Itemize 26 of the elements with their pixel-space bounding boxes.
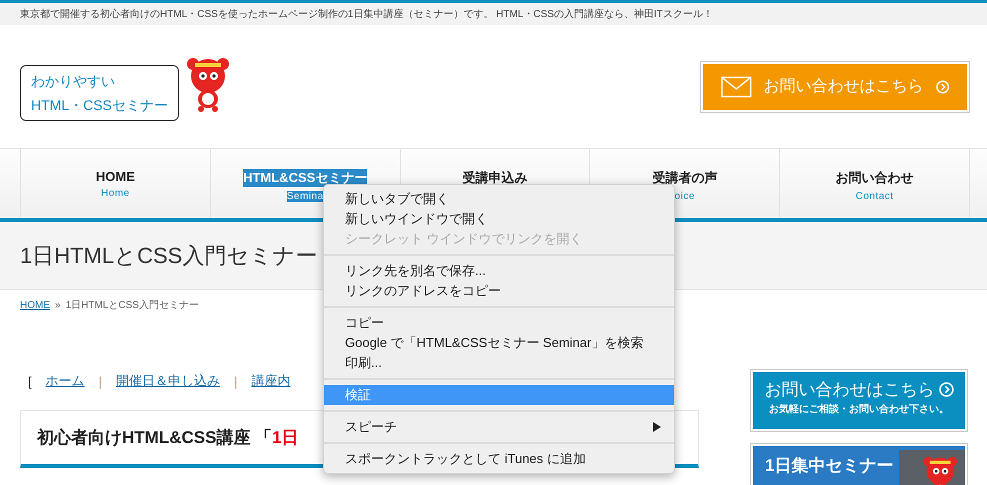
bracket-mark: [ [28,374,32,388]
page-link[interactable]: 講座内 [251,372,290,390]
nav-item[interactable]: お問い合わせ Contact [779,149,970,218]
page-link[interactable]: 開催日＆申し込み [116,372,220,390]
site-tagline: 東京都で開催する初心者向けのHTML・CSSを使ったホームページ制作の1日集中講座（セミナー）です。 HTML・CSSの入門講座なら、神田ITスクール！ [20,8,713,21]
page-title: 1日HTMLとCSS入門セミナー [20,242,318,270]
menu-item[interactable]: 印刷... [324,353,674,373]
contact-banner[interactable]: お問い合わせはこちら お気軽にご相談・お問い合わせ下さい。 [753,372,965,429]
menu-item[interactable]: コピー [324,313,674,333]
menu-item[interactable]: リンクのアドレスをコピー [324,281,674,301]
section-heading: 初心者向けHTML&CSS講座 「1日 [37,427,299,449]
page-link[interactable]: ホーム [46,372,85,390]
breadcrumb-current: 1日HTMLとCSS入門セミナー [66,298,199,312]
mail-icon [721,76,752,98]
link-separator: | [98,374,102,388]
breadcrumb-separator: » [55,300,61,310]
seminar-banner[interactable]: 1日集中セミナー [753,446,965,485]
breadcrumb-link[interactable]: HOME [20,300,50,310]
menu-item[interactable]: リンク先を別名で保存... [324,261,674,281]
submenu-arrow-icon [652,421,662,433]
logo-speech-bubble[interactable]: わかりやすい HTML・CSSセミナー [20,65,179,121]
link-separator: | [234,374,238,388]
menu-item[interactable]: スポークントラックとして iTunes に追加 [324,449,674,469]
nav-item[interactable]: HOME Home [20,149,210,218]
menu-item[interactable]: スピーチ [324,417,674,437]
menu-item[interactable]: Google で「HTML&CSSセミナー Seminar」を検索 [324,333,674,353]
